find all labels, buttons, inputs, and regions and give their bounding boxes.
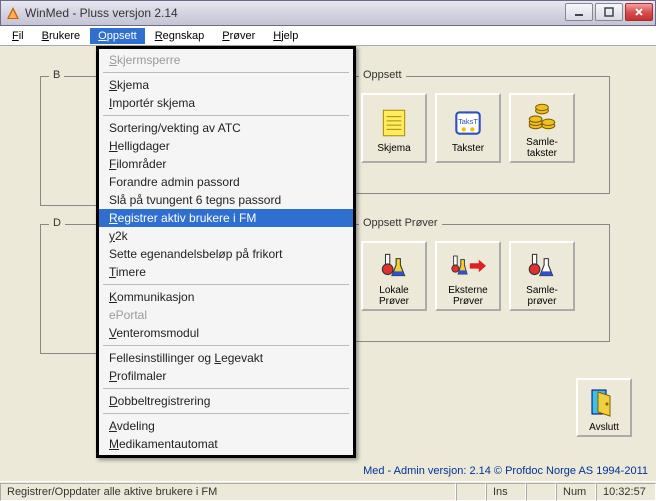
menuitem-profilmaler[interactable]: Profilmaler (99, 367, 353, 385)
window-title: WinMed - Pluss versjon 2.14 (25, 6, 178, 20)
menu-separator (103, 388, 349, 389)
status-message: Registrer/Oppdater alle aktive brukere i… (0, 483, 456, 501)
takst-icon: TaksT (450, 105, 486, 141)
minimize-button[interactable] (565, 3, 593, 21)
status-ins: Ins (486, 483, 526, 501)
takster-button-label: Takster (452, 143, 484, 154)
group-d-legend: D (49, 217, 65, 229)
menuitem-skjermsperre: Skjermsperre (99, 51, 353, 69)
statusbar: Registrer/Oppdater alle aktive brukere i… (0, 481, 656, 501)
eksterne-prover-button-label: EksternePrøver (448, 285, 487, 307)
menuitem-forandre-admin-passord[interactable]: Forandre admin passord (99, 173, 353, 191)
status-empty2 (526, 483, 556, 501)
menuitem-skjema[interactable]: Skjema (99, 76, 353, 94)
menu-separator (103, 413, 349, 414)
close-button[interactable] (625, 3, 653, 21)
flask2-icon (524, 247, 560, 283)
menuitem-sette-egenandelsbel-p-p-frikort[interactable]: Sette egenandelsbeløp på frikort (99, 245, 353, 263)
menuitem-fellesinstillinger-og-legevakt[interactable]: Fellesinstillinger og Legevakt (99, 349, 353, 367)
menu-separator (103, 345, 349, 346)
group-oppsett: Oppsett SkjemaTaksTTaksterSamle-takster (350, 76, 610, 194)
app-icon (5, 5, 21, 21)
coins-icon (524, 99, 560, 135)
menuitem-dobbeltregistrering[interactable]: Dobbeltregistrering (99, 392, 353, 410)
window-buttons (565, 3, 653, 21)
exit-icon (586, 384, 622, 420)
menuitem-timere[interactable]: Timere (99, 263, 353, 281)
menuitem-y2k[interactable]: y2k (99, 227, 353, 245)
group-oppsett-legend: Oppsett (359, 69, 406, 81)
menu-separator (103, 72, 349, 73)
doc-icon (376, 105, 412, 141)
menubar: FilBrukereOppsettRegnskapPrøverHjelp (0, 26, 656, 46)
menu-separator (103, 284, 349, 285)
menu-fil[interactable]: Fil (4, 28, 32, 44)
maximize-button[interactable] (595, 3, 623, 21)
eksterne-prover-button[interactable]: EksternePrøver (435, 241, 501, 311)
status-empty1 (456, 483, 486, 501)
samletakster-button-label: Samle-takster (526, 137, 558, 159)
status-num: Num (556, 483, 596, 501)
titlebar: WinMed - Pluss versjon 2.14 (0, 0, 656, 26)
menu-regnskap[interactable]: Regnskap (147, 28, 213, 44)
menu-hjelp[interactable]: Hjelp (265, 28, 306, 44)
menuitem-medikamentautomat[interactable]: Medikamentautomat (99, 435, 353, 453)
status-time: 10:32:57 (596, 483, 656, 501)
menuitem-registrer-aktiv-brukere-i-fm[interactable]: Registrer aktiv brukere i FM (99, 209, 353, 227)
group-prover-legend: Oppsett Prøver (359, 217, 442, 229)
menu-oppsett[interactable]: Oppsett (90, 28, 145, 44)
lokale-prover-button-label: LokalePrøver (379, 285, 409, 307)
samletakster-button[interactable]: Samle-takster (509, 93, 575, 163)
menuitem-avdeling[interactable]: Avdeling (99, 417, 353, 435)
group-prover: Oppsett Prøver LokalePrøverEksternePrøve… (350, 224, 610, 342)
menuitem-venteromsmodul[interactable]: Venteromsmodul (99, 324, 353, 342)
menuitem-sortering-vekting-av-atc[interactable]: Sortering/vekting av ATC (99, 119, 353, 137)
skjema-button-label: Skjema (377, 143, 410, 154)
group-b-legend: B (49, 69, 64, 81)
menuitem-kommunikasjon[interactable]: Kommunikasjon (99, 288, 353, 306)
menu-brukere[interactable]: Brukere (34, 28, 89, 44)
flask1-icon (376, 247, 412, 283)
menuitem-helligdager[interactable]: Helligdager (99, 137, 353, 155)
menu-prøver[interactable]: Prøver (214, 28, 263, 44)
flask-arrow-icon (450, 247, 486, 283)
footer-info: Med - Admin versjon: 2.14 © Profdoc Norg… (363, 465, 648, 477)
samleprover-button-label: Samle-prøver (526, 285, 558, 307)
skjema-button[interactable]: Skjema (361, 93, 427, 163)
takster-button[interactable]: TaksT Takster (435, 93, 501, 163)
svg-text:TaksT: TaksT (458, 117, 478, 126)
menuitem-filomr-der[interactable]: Filområder (99, 155, 353, 173)
menuitem-import-r-skjema[interactable]: Importér skjema (99, 94, 353, 112)
lokale-prover-button[interactable]: LokalePrøver (361, 241, 427, 311)
menuitem-sl-p-tvungent-6-tegns-passord[interactable]: Slå på tvungent 6 tegns passord (99, 191, 353, 209)
menuitem-eportal: ePortal (99, 306, 353, 324)
oppsett-dropdown: Skjermsperre SkjemaImportér skjema Sorteri… (96, 46, 356, 458)
avslutt-label: Avslutt (589, 422, 619, 433)
menu-separator (103, 115, 349, 116)
avslutt-button[interactable]: Avslutt (576, 378, 632, 437)
samleprover-button[interactable]: Samle-prøver (509, 241, 575, 311)
